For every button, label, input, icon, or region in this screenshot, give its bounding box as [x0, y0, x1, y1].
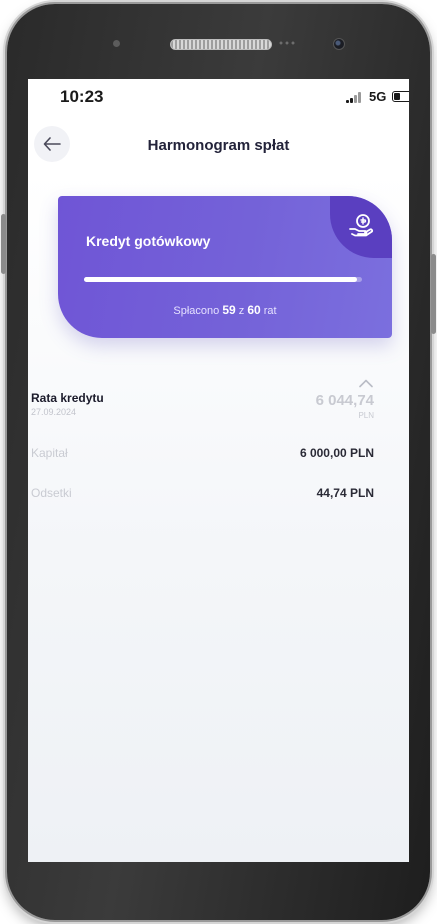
- bottom-bezel: [28, 862, 409, 912]
- app-screen: 10:23 5G Harmonogram spłat Kredyt gotówk…: [28, 79, 409, 862]
- earpiece-speaker: [170, 39, 272, 50]
- page-title: Harmonogram spłat: [147, 137, 290, 154]
- principal-label: Kapitał: [31, 446, 68, 460]
- installment-date: 27.09.2024: [31, 407, 77, 417]
- network-type: 5G: [369, 89, 387, 104]
- principal-value: 6 000,00 PLN: [299, 446, 374, 460]
- paid-suffix: rat: [263, 305, 277, 317]
- paid-count: 59: [222, 303, 236, 317]
- total-count: 60: [247, 303, 261, 317]
- paid-separator: z: [238, 305, 245, 317]
- paid-prefix: Spłacono: [173, 305, 220, 317]
- hand-coin-icon: [349, 214, 374, 237]
- repayment-progress-bar: [84, 277, 362, 282]
- battery-icon: [392, 91, 409, 102]
- power-button: [431, 254, 436, 334]
- status-time: 10:23: [60, 87, 104, 106]
- status-bar: 10:23 5G: [28, 79, 409, 117]
- loan-name: Kredyt gotówkowy: [86, 233, 211, 249]
- installment-amount: 6 044,74: [315, 392, 374, 409]
- signal-icon: [346, 92, 364, 103]
- chevron-up-icon[interactable]: [358, 378, 374, 388]
- navigation-bar: Harmonogram spłat: [28, 121, 409, 171]
- speaker-dots: [278, 40, 296, 46]
- interest-label: Odsetki: [31, 486, 72, 500]
- interest-value: 44,74 PLN: [316, 486, 374, 500]
- repayment-status: Spłacono 59 z 60 rat: [58, 303, 392, 317]
- installment-title: Rata kredytu: [31, 391, 104, 405]
- loan-card[interactable]: Kredyt gotówkowy Spłacono 59 z 60 rat: [58, 196, 392, 338]
- proximity-sensor: [113, 40, 120, 47]
- repayment-progress-fill: [84, 277, 358, 282]
- installment-currency: PLN: [358, 411, 374, 420]
- volume-button: [1, 214, 6, 274]
- front-camera: [333, 38, 345, 50]
